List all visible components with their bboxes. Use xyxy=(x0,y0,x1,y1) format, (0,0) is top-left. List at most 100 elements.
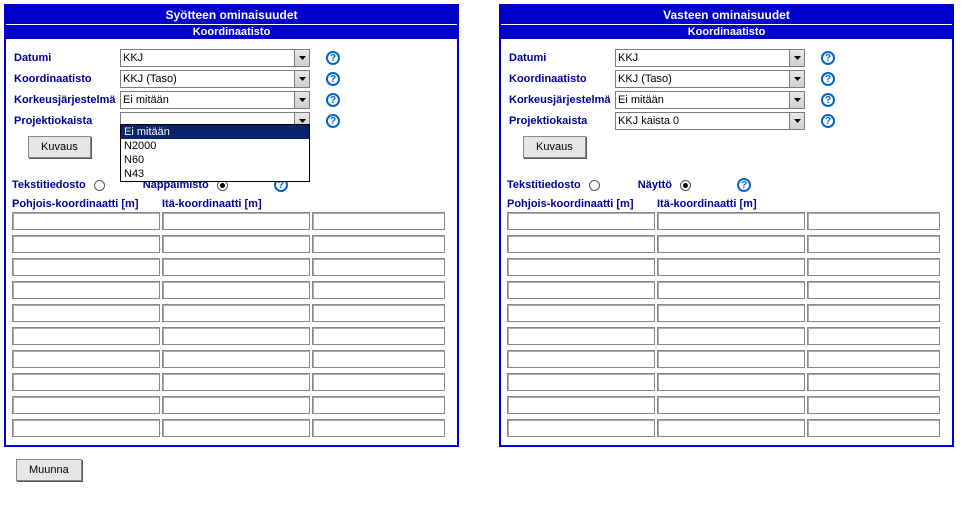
input-cell[interactable] xyxy=(162,373,310,391)
dropdown-option[interactable]: N60 xyxy=(121,153,309,167)
input-cell[interactable] xyxy=(162,212,310,230)
output-cell xyxy=(507,327,655,345)
output-cell xyxy=(657,373,805,391)
chevron-down-icon[interactable] xyxy=(294,91,310,109)
select-korkeus[interactable]: Ei mitään xyxy=(120,91,310,109)
input-cell[interactable] xyxy=(12,327,160,345)
output-cell xyxy=(807,419,940,437)
mode-teksti-label: Tekstitiedosto xyxy=(507,179,581,191)
output-cell xyxy=(807,327,940,345)
input-cell[interactable] xyxy=(312,350,445,368)
help-icon[interactable]: ? xyxy=(821,72,835,86)
output-cell xyxy=(657,419,805,437)
output-cell xyxy=(657,258,805,276)
kuvaus-button[interactable]: Kuvaus xyxy=(523,136,586,158)
input-cell[interactable] xyxy=(312,258,445,276)
output-cell xyxy=(657,304,805,322)
help-icon[interactable]: ? xyxy=(821,114,835,128)
chevron-down-icon[interactable] xyxy=(789,49,805,67)
output-cell xyxy=(807,281,940,299)
input-cell[interactable] xyxy=(162,396,310,414)
output-cell xyxy=(807,212,940,230)
input-cell[interactable] xyxy=(162,419,310,437)
help-icon[interactable]: ? xyxy=(326,93,340,107)
input-cell[interactable] xyxy=(162,304,310,322)
output-cell xyxy=(807,373,940,391)
output-cell xyxy=(507,258,655,276)
korkeus-dropdown[interactable]: Ei mitään N2000 N60 N43 xyxy=(120,124,310,182)
input-cell[interactable] xyxy=(162,350,310,368)
select-koord[interactable]: KKJ (Taso) xyxy=(615,70,805,88)
input-panel-title: Syötteen ominaisuudet xyxy=(6,6,457,24)
help-icon[interactable]: ? xyxy=(326,51,340,65)
select-proj[interactable]: KKJ kaista 0 xyxy=(615,112,805,130)
output-panel-title: Vasteen ominaisuudet xyxy=(501,6,952,24)
input-cell[interactable] xyxy=(162,235,310,253)
select-value: KKJ xyxy=(120,49,310,67)
output-cell xyxy=(507,419,655,437)
chevron-down-icon[interactable] xyxy=(789,70,805,88)
kuvaus-button[interactable]: Kuvaus xyxy=(28,136,91,158)
output-panel: Vasteen ominaisuudet Koordinaatisto Datu… xyxy=(499,4,954,447)
select-koord[interactable]: KKJ (Taso) xyxy=(120,70,310,88)
help-icon[interactable]: ? xyxy=(737,178,751,192)
output-cell xyxy=(507,235,655,253)
input-cell[interactable] xyxy=(312,327,445,345)
chevron-down-icon[interactable] xyxy=(294,70,310,88)
input-cell[interactable] xyxy=(12,373,160,391)
label-koord: Koordinaatisto xyxy=(509,73,615,85)
input-cell[interactable] xyxy=(12,281,160,299)
input-cell[interactable] xyxy=(12,235,160,253)
dropdown-option[interactable]: N2000 xyxy=(121,139,309,153)
input-cell[interactable] xyxy=(162,258,310,276)
chevron-down-icon[interactable] xyxy=(294,49,310,67)
select-datumi[interactable]: KKJ xyxy=(120,49,310,67)
col-east-header: Itä-koordinaatti [m] xyxy=(162,198,262,210)
select-value: KKJ (Taso) xyxy=(615,70,805,88)
radio-naytto[interactable] xyxy=(680,180,691,191)
output-cell xyxy=(657,350,805,368)
input-cell[interactable] xyxy=(312,304,445,322)
chevron-down-icon[interactable] xyxy=(789,91,805,109)
input-cell[interactable] xyxy=(312,396,445,414)
input-cell[interactable] xyxy=(312,212,445,230)
output-cell xyxy=(657,235,805,253)
mode-teksti-label: Tekstitiedosto xyxy=(12,179,86,191)
chevron-down-icon[interactable] xyxy=(789,112,805,130)
input-cell[interactable] xyxy=(312,419,445,437)
dropdown-option[interactable]: N43 xyxy=(121,167,309,181)
input-cell[interactable] xyxy=(312,235,445,253)
input-cell[interactable] xyxy=(12,419,160,437)
select-korkeus[interactable]: Ei mitään xyxy=(615,91,805,109)
input-cell[interactable] xyxy=(312,373,445,391)
output-cell xyxy=(807,396,940,414)
label-datumi: Datumi xyxy=(509,52,615,64)
input-cell[interactable] xyxy=(12,304,160,322)
input-panel: Syötteen ominaisuudet Koordinaatisto Dat… xyxy=(4,4,459,447)
label-korkeus: Korkeusjärjestelmä xyxy=(14,94,120,106)
select-datumi[interactable]: KKJ xyxy=(615,49,805,67)
radio-teksti[interactable] xyxy=(589,180,600,191)
input-cell[interactable] xyxy=(12,350,160,368)
help-icon[interactable]: ? xyxy=(821,93,835,107)
radio-teksti[interactable] xyxy=(94,180,105,191)
label-korkeus: Korkeusjärjestelmä xyxy=(509,94,615,106)
output-cell xyxy=(807,350,940,368)
input-cell[interactable] xyxy=(12,212,160,230)
col-north-header: Pohjois-koordinaatti [m] xyxy=(507,198,657,210)
dropdown-option[interactable]: Ei mitään xyxy=(121,125,309,139)
label-proj: Projektiokaista xyxy=(509,115,615,127)
input-cell[interactable] xyxy=(162,281,310,299)
help-icon[interactable]: ? xyxy=(821,51,835,65)
output-cell xyxy=(507,373,655,391)
select-value: Ei mitään xyxy=(615,91,805,109)
muunna-button[interactable]: Muunna xyxy=(16,459,82,481)
input-cell[interactable] xyxy=(312,281,445,299)
output-cell xyxy=(507,281,655,299)
input-cell[interactable] xyxy=(12,396,160,414)
help-icon[interactable]: ? xyxy=(326,114,340,128)
help-icon[interactable]: ? xyxy=(326,72,340,86)
input-cell[interactable] xyxy=(12,258,160,276)
label-koord: Koordinaatisto xyxy=(14,73,120,85)
input-cell[interactable] xyxy=(162,327,310,345)
